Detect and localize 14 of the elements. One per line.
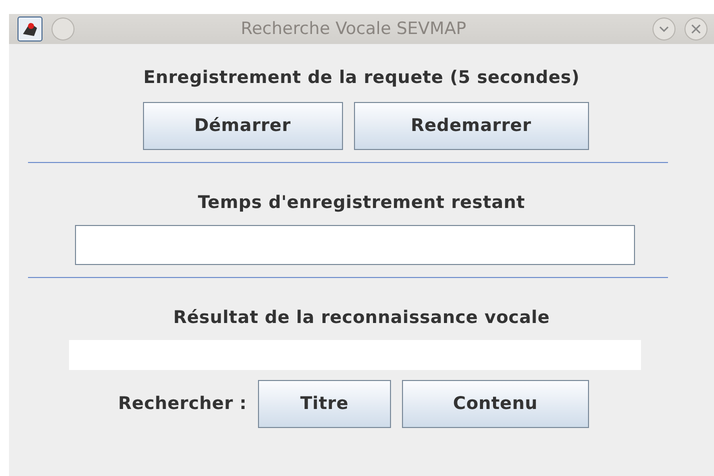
menu-button[interactable]: [51, 17, 75, 41]
minimize-button[interactable]: [652, 17, 676, 41]
close-button[interactable]: [684, 17, 708, 41]
title-button[interactable]: Titre: [258, 380, 391, 428]
section-heading: Temps d'enregistrement restant: [198, 193, 526, 213]
start-button[interactable]: Démarrer: [142, 102, 342, 150]
section-heading: Résultat de la reconnaissance vocale: [173, 308, 550, 328]
content-button[interactable]: Contenu: [402, 380, 589, 428]
search-label: Rechercher :: [118, 394, 247, 414]
section-heading: Enregistrement de la requete (5 secondes): [143, 68, 580, 88]
window-title: Recherche Vocale SEVMAP: [240, 19, 468, 39]
app-icon: [17, 16, 43, 42]
time-field[interactable]: [74, 225, 634, 265]
restart-button[interactable]: Redemarrer: [354, 102, 588, 150]
